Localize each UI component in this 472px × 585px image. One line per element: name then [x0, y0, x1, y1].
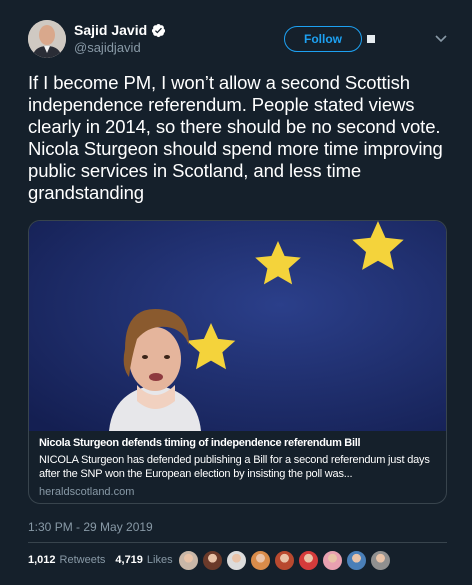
- divider: [28, 542, 447, 543]
- likes-count[interactable]: 4,719: [115, 554, 143, 566]
- retweets-label[interactable]: Retweets: [60, 554, 106, 566]
- likes-label[interactable]: Likes: [147, 554, 173, 566]
- liker-avatars: [178, 550, 391, 571]
- retweets-count[interactable]: 1,012: [28, 554, 56, 566]
- liker-avatar[interactable]: [346, 550, 367, 571]
- card-image: [29, 221, 446, 431]
- author-handle[interactable]: @sajidjavid: [74, 40, 166, 55]
- follow-menu-square: [367, 35, 375, 43]
- avatar[interactable]: [28, 20, 66, 58]
- verified-badge-icon: [152, 23, 166, 37]
- tweet-text: If I become PM, I won’t allow a second S…: [28, 72, 443, 203]
- link-card[interactable]: Nicola Sturgeon defends timing of indepe…: [28, 220, 447, 504]
- author-block: Sajid Javid @sajidjavid: [74, 22, 166, 55]
- liker-avatar[interactable]: [274, 550, 295, 571]
- liker-avatar[interactable]: [250, 550, 271, 571]
- chevron-down-icon[interactable]: [434, 34, 448, 44]
- card-body: Nicola Sturgeon defends timing of indepe…: [39, 437, 439, 498]
- author-name[interactable]: Sajid Javid: [74, 22, 147, 38]
- liker-avatar[interactable]: [298, 550, 319, 571]
- follow-button[interactable]: Follow: [284, 26, 362, 52]
- engagement-stats: 1,012 Retweets 4,719 Likes: [28, 554, 179, 566]
- card-description: NICOLA Sturgeon has defended publishing …: [39, 454, 430, 480]
- liker-avatar[interactable]: [226, 550, 247, 571]
- card-domain: heraldscotland.com: [39, 486, 135, 498]
- liker-avatar[interactable]: [322, 550, 343, 571]
- timestamp[interactable]: 1:30 PM - 29 May 2019: [28, 520, 153, 534]
- card-title: Nicola Sturgeon defends timing of indepe…: [39, 437, 361, 449]
- tweet: Sajid Javid @sajidjavid Follow If I beco…: [0, 0, 472, 585]
- liker-avatar[interactable]: [202, 550, 223, 571]
- liker-avatar[interactable]: [370, 550, 391, 571]
- liker-avatar[interactable]: [178, 550, 199, 571]
